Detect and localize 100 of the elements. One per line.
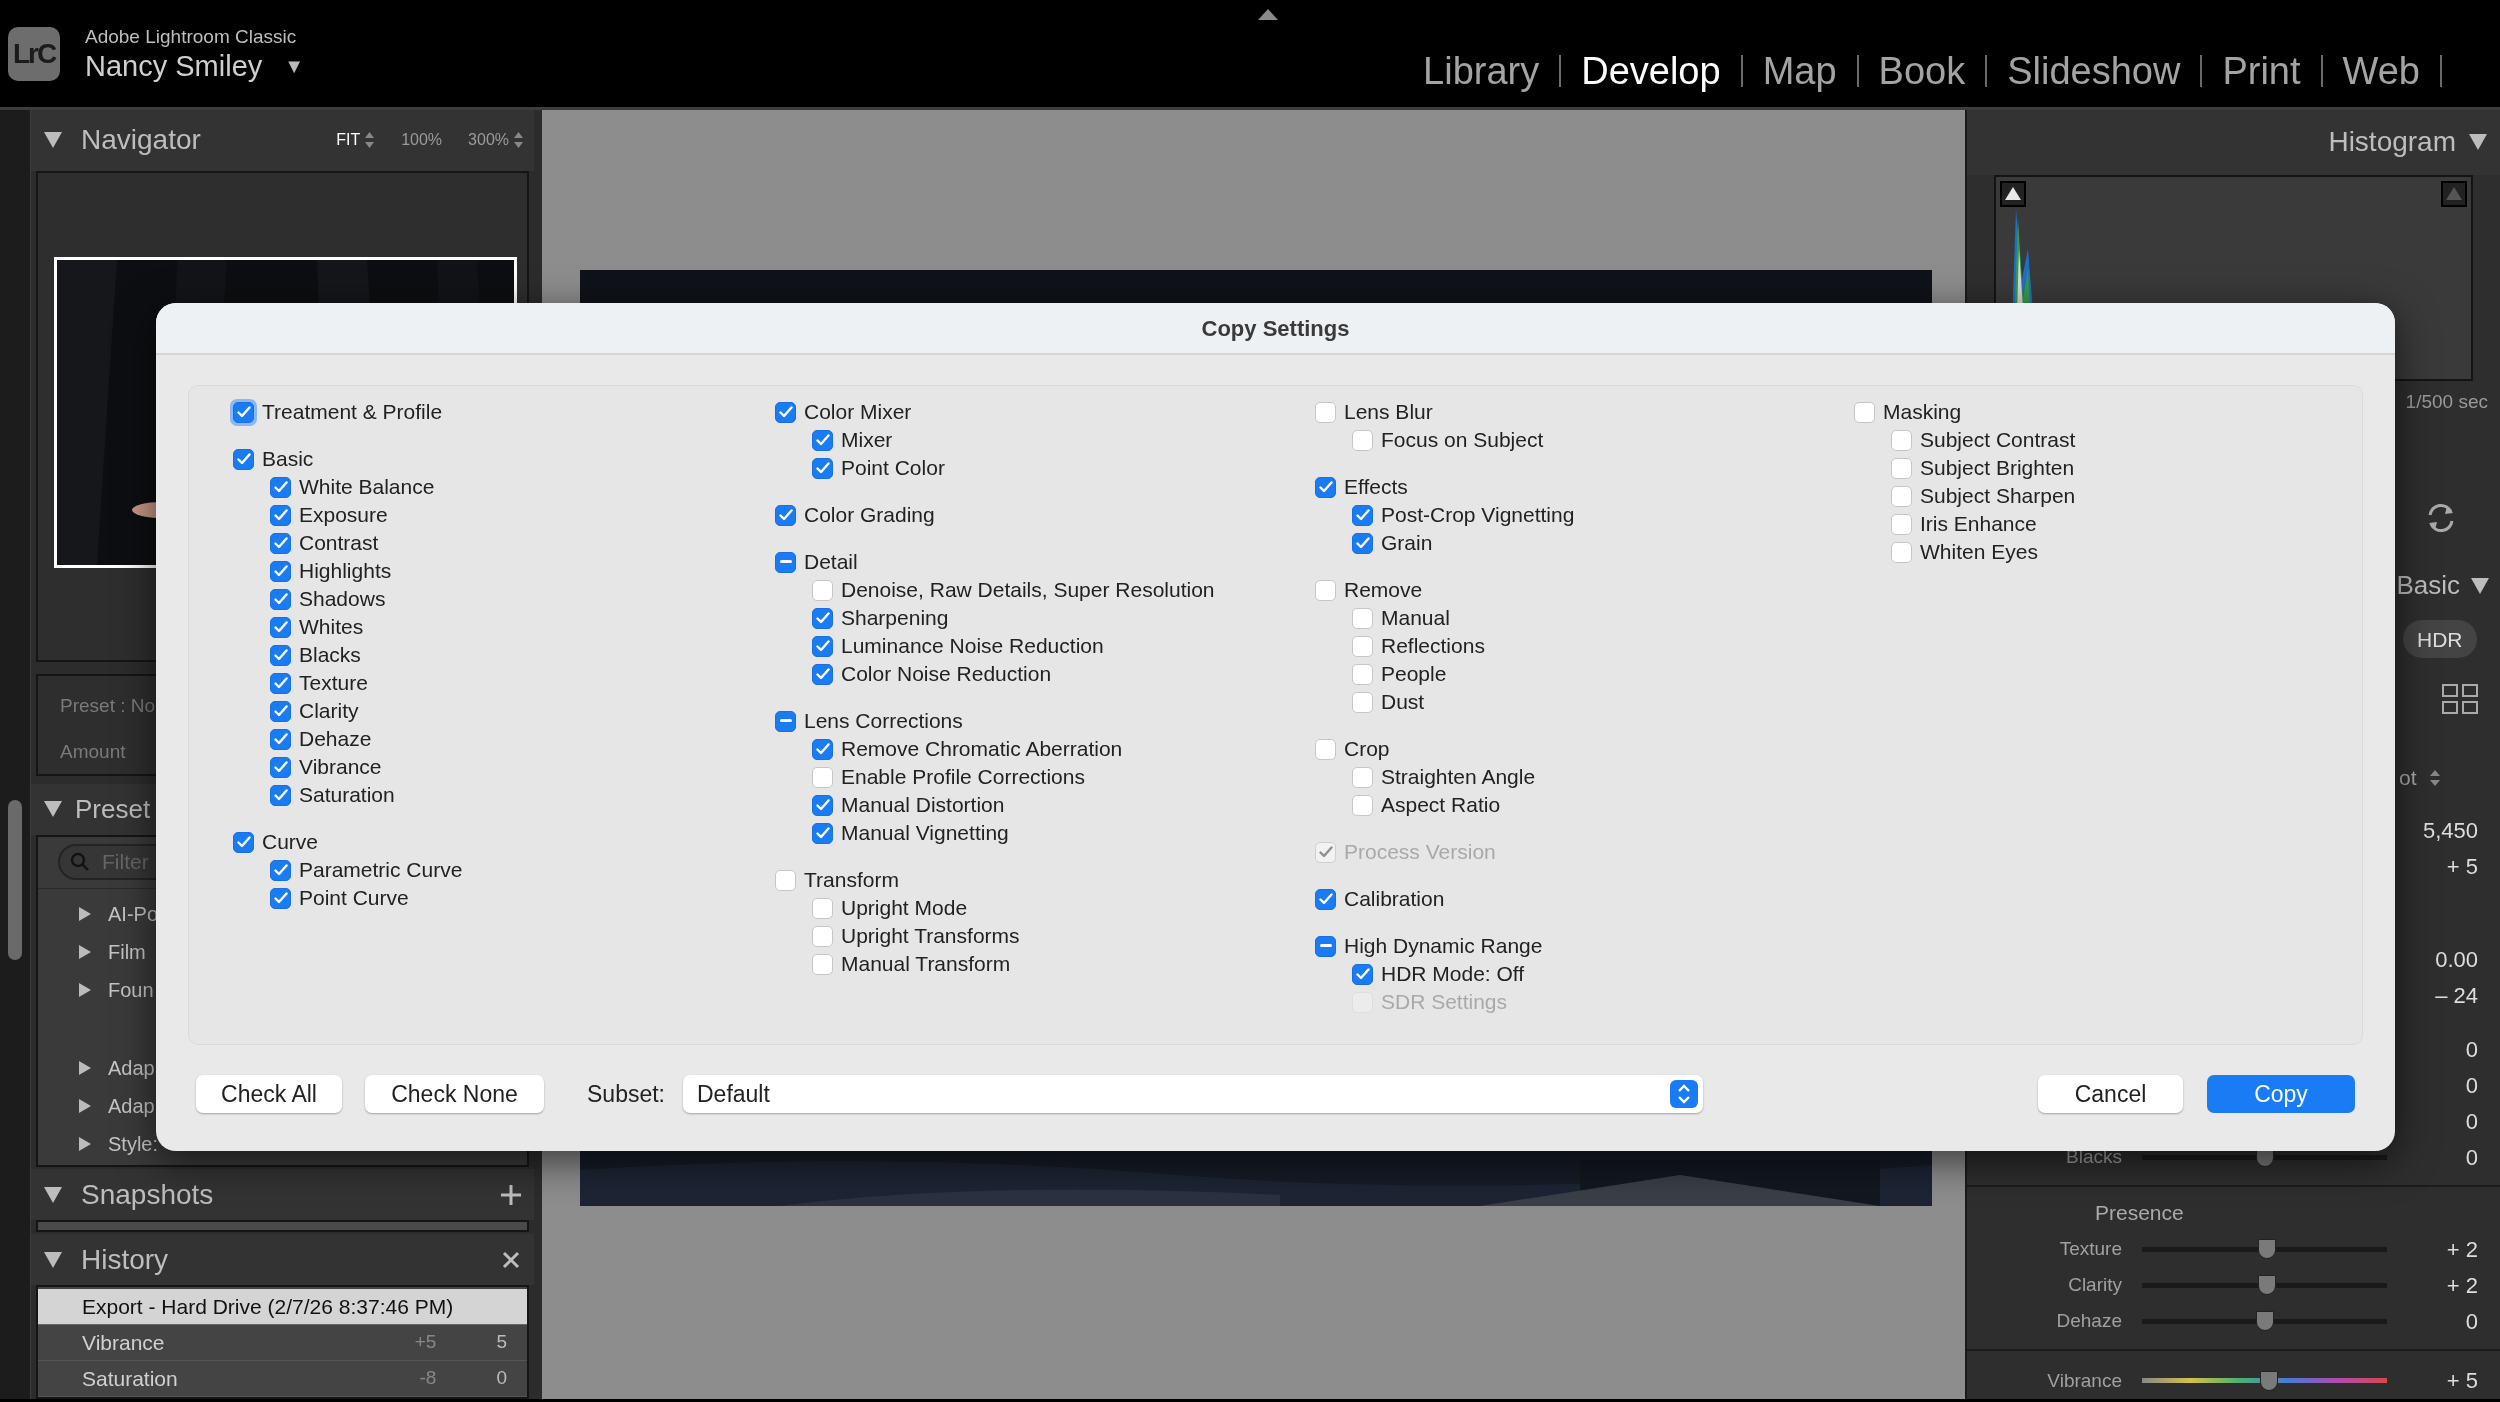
grid-icon[interactable] [2442, 684, 2478, 715]
module-tab[interactable]: Library [1423, 49, 1540, 93]
checkbox[interactable] [1352, 766, 1373, 788]
checkbox[interactable] [270, 532, 291, 554]
checkbox[interactable] [775, 401, 796, 423]
zoom-option[interactable]: FIT [336, 128, 361, 153]
up-down-arrows-icon[interactable] [513, 131, 524, 150]
checkbox[interactable] [1891, 457, 1912, 479]
preset-folder[interactable]: AI-Po [108, 898, 159, 929]
collapse-triangle-icon[interactable] [2468, 133, 2488, 152]
subset-dropdown[interactable]: Default [683, 1075, 1703, 1113]
expand-triangle-icon[interactable] [78, 905, 92, 922]
checkbox[interactable] [775, 504, 796, 526]
checkbox[interactable] [1891, 485, 1912, 507]
checkbox[interactable] [270, 588, 291, 610]
checkbox[interactable] [1352, 429, 1373, 451]
zoom-option[interactable]: 100% [401, 128, 443, 153]
close-icon[interactable] [502, 1250, 520, 1269]
checkbox[interactable] [812, 579, 833, 601]
shadow-clipping-icon[interactable] [2000, 180, 2026, 207]
zoom-option[interactable]: 300% [468, 128, 509, 153]
checkbox[interactable] [1854, 401, 1875, 423]
collapse-triangle-icon[interactable] [43, 1250, 63, 1269]
checkbox[interactable] [1352, 635, 1373, 657]
cancel-button[interactable]: Cancel [2038, 1075, 2183, 1113]
checkbox[interactable] [775, 551, 796, 573]
checkbox[interactable] [270, 560, 291, 582]
checkbox[interactable] [270, 728, 291, 750]
collapse-triangle-icon[interactable] [2470, 576, 2490, 595]
checkbox[interactable] [1315, 579, 1336, 601]
checkbox[interactable] [812, 607, 833, 629]
checkbox[interactable] [233, 448, 254, 470]
add-icon[interactable] [500, 1183, 522, 1206]
checkbox[interactable] [1352, 794, 1373, 816]
checkbox[interactable] [1891, 541, 1912, 563]
slider-thumb[interactable] [2255, 1311, 2274, 1331]
checkbox[interactable] [270, 644, 291, 666]
module-tab[interactable]: Develop [1581, 49, 1721, 93]
checkbox[interactable] [270, 476, 291, 498]
highlight-clipping-icon[interactable] [2441, 180, 2467, 207]
checkbox[interactable] [775, 869, 796, 891]
checkbox[interactable] [1315, 888, 1336, 910]
checkbox[interactable] [270, 504, 291, 526]
checkbox[interactable] [270, 784, 291, 806]
collapse-triangle-icon[interactable] [43, 131, 63, 150]
history-step[interactable]: Saturation -8 0 [38, 1361, 527, 1398]
checkbox[interactable] [270, 756, 291, 778]
preset-folder[interactable]: Adap [108, 1052, 155, 1083]
up-down-arrows-icon[interactable] [364, 131, 376, 150]
checkbox[interactable] [270, 672, 291, 694]
slider-thumb[interactable] [2257, 1275, 2276, 1295]
profile-dropdown[interactable]: ot [2399, 761, 2417, 794]
preset-folder[interactable]: Adap [108, 1090, 155, 1121]
module-tab[interactable]: Map [1762, 49, 1837, 93]
checkbox[interactable] [812, 897, 833, 919]
checkbox[interactable] [1352, 691, 1373, 713]
checkbox[interactable] [812, 925, 833, 947]
checkbox[interactable] [270, 887, 291, 909]
checkbox[interactable] [812, 738, 833, 760]
slider-thumb[interactable] [2257, 1239, 2276, 1259]
module-tab[interactable]: Web [2342, 49, 2420, 93]
user-menu[interactable]: ▼ [284, 50, 305, 81]
module-tab[interactable]: Book [1878, 49, 1966, 93]
checkbox[interactable] [812, 953, 833, 975]
expand-triangle-icon[interactable] [78, 981, 92, 998]
checkbox[interactable] [812, 794, 833, 816]
checkbox[interactable] [1891, 429, 1912, 451]
checkbox[interactable] [775, 710, 796, 732]
checkbox[interactable] [812, 663, 833, 685]
history-step[interactable]: Vibrance +5 5 [38, 1325, 527, 1362]
expand-triangle-icon[interactable] [78, 943, 92, 960]
checkbox[interactable] [270, 616, 291, 638]
checkbox[interactable] [1315, 401, 1336, 423]
checkbox[interactable] [1315, 738, 1336, 760]
module-tab[interactable]: Print [2222, 49, 2301, 93]
hdr-button[interactable]: HDR [2403, 620, 2477, 659]
history-step[interactable]: Export - Hard Drive (2/7/26 8:37:46 PM) [38, 1289, 527, 1326]
checkbox[interactable] [1352, 663, 1373, 685]
expand-triangle-icon[interactable] [78, 1097, 92, 1114]
checkbox[interactable] [812, 457, 833, 479]
module-tab[interactable]: Slideshow [2007, 49, 2181, 93]
checkbox[interactable] [1352, 963, 1373, 985]
checkbox[interactable] [1315, 476, 1336, 498]
preset-folder[interactable]: Foun [108, 974, 154, 1005]
checkbox[interactable] [1352, 504, 1373, 526]
expand-triangle-icon[interactable] [78, 1135, 92, 1152]
checkbox[interactable] [812, 822, 833, 844]
copy-button[interactable]: Copy [2207, 1075, 2355, 1113]
checkbox[interactable] [812, 766, 833, 788]
checkbox[interactable] [270, 700, 291, 722]
collapse-triangle-icon[interactable] [43, 1185, 63, 1204]
checkbox[interactable] [1352, 532, 1373, 554]
scrollbar-thumb[interactable] [8, 800, 22, 960]
checkbox[interactable] [812, 635, 833, 657]
collapse-triangle-icon[interactable] [43, 800, 63, 819]
slider-thumb[interactable] [2260, 1371, 2279, 1391]
checkbox[interactable] [270, 859, 291, 881]
expand-triangle-icon[interactable] [78, 1059, 92, 1076]
checkbox[interactable] [1315, 935, 1336, 957]
checkbox[interactable] [812, 429, 833, 451]
